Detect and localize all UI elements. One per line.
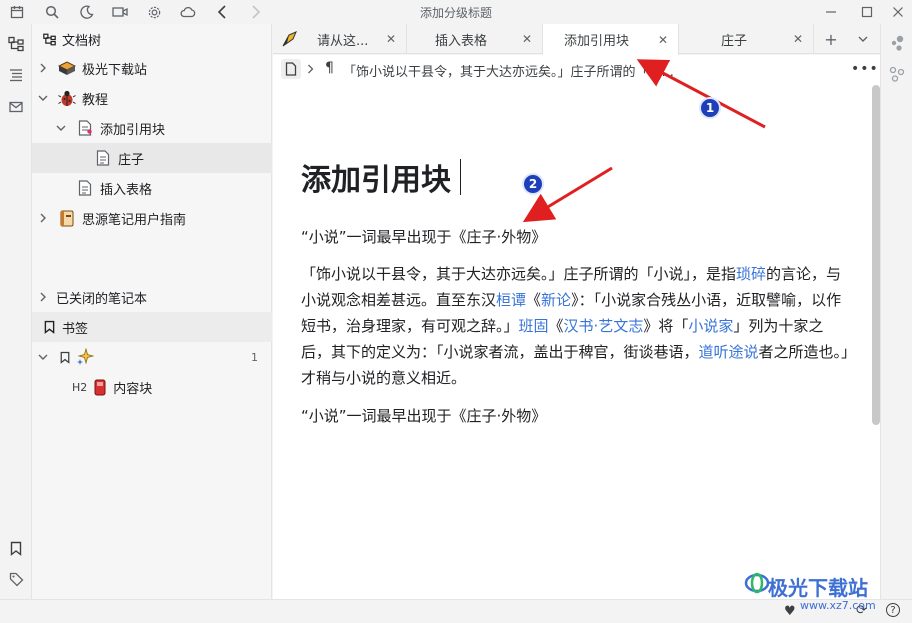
watermark-text: 极光下载站	[768, 576, 868, 600]
annotation-overlay	[522, 59, 766, 223]
annotation-badge-1: 1	[699, 97, 721, 119]
annotation-badge-2: 2	[522, 173, 544, 195]
watermark-url: www.xz7.com	[800, 599, 876, 612]
watermark-logo-icon	[744, 572, 770, 594]
